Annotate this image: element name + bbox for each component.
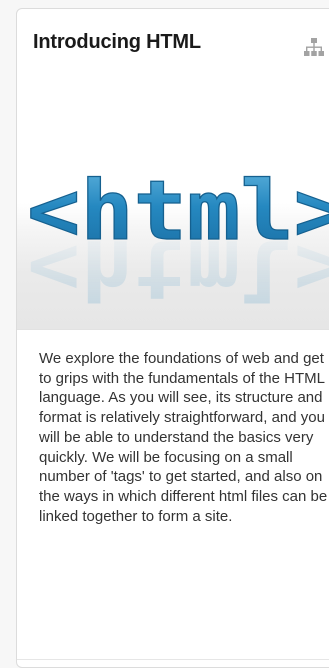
course-thumbnail[interactable]: <html> <html> bbox=[17, 77, 329, 329]
svg-text:<html>: <html> bbox=[27, 221, 329, 316]
card-description: We explore the foundations of web and ge… bbox=[39, 350, 328, 525]
card-header: Introducing HTML bbox=[17, 9, 329, 77]
html-tag-logo: <html> <html> bbox=[26, 163, 329, 316]
divider bbox=[17, 329, 329, 330]
course-card[interactable]: Introducing HTML <html> <html> We explor… bbox=[16, 8, 329, 668]
card-title[interactable]: Introducing HTML bbox=[33, 31, 201, 54]
sitemap-icon[interactable] bbox=[303, 37, 325, 59]
